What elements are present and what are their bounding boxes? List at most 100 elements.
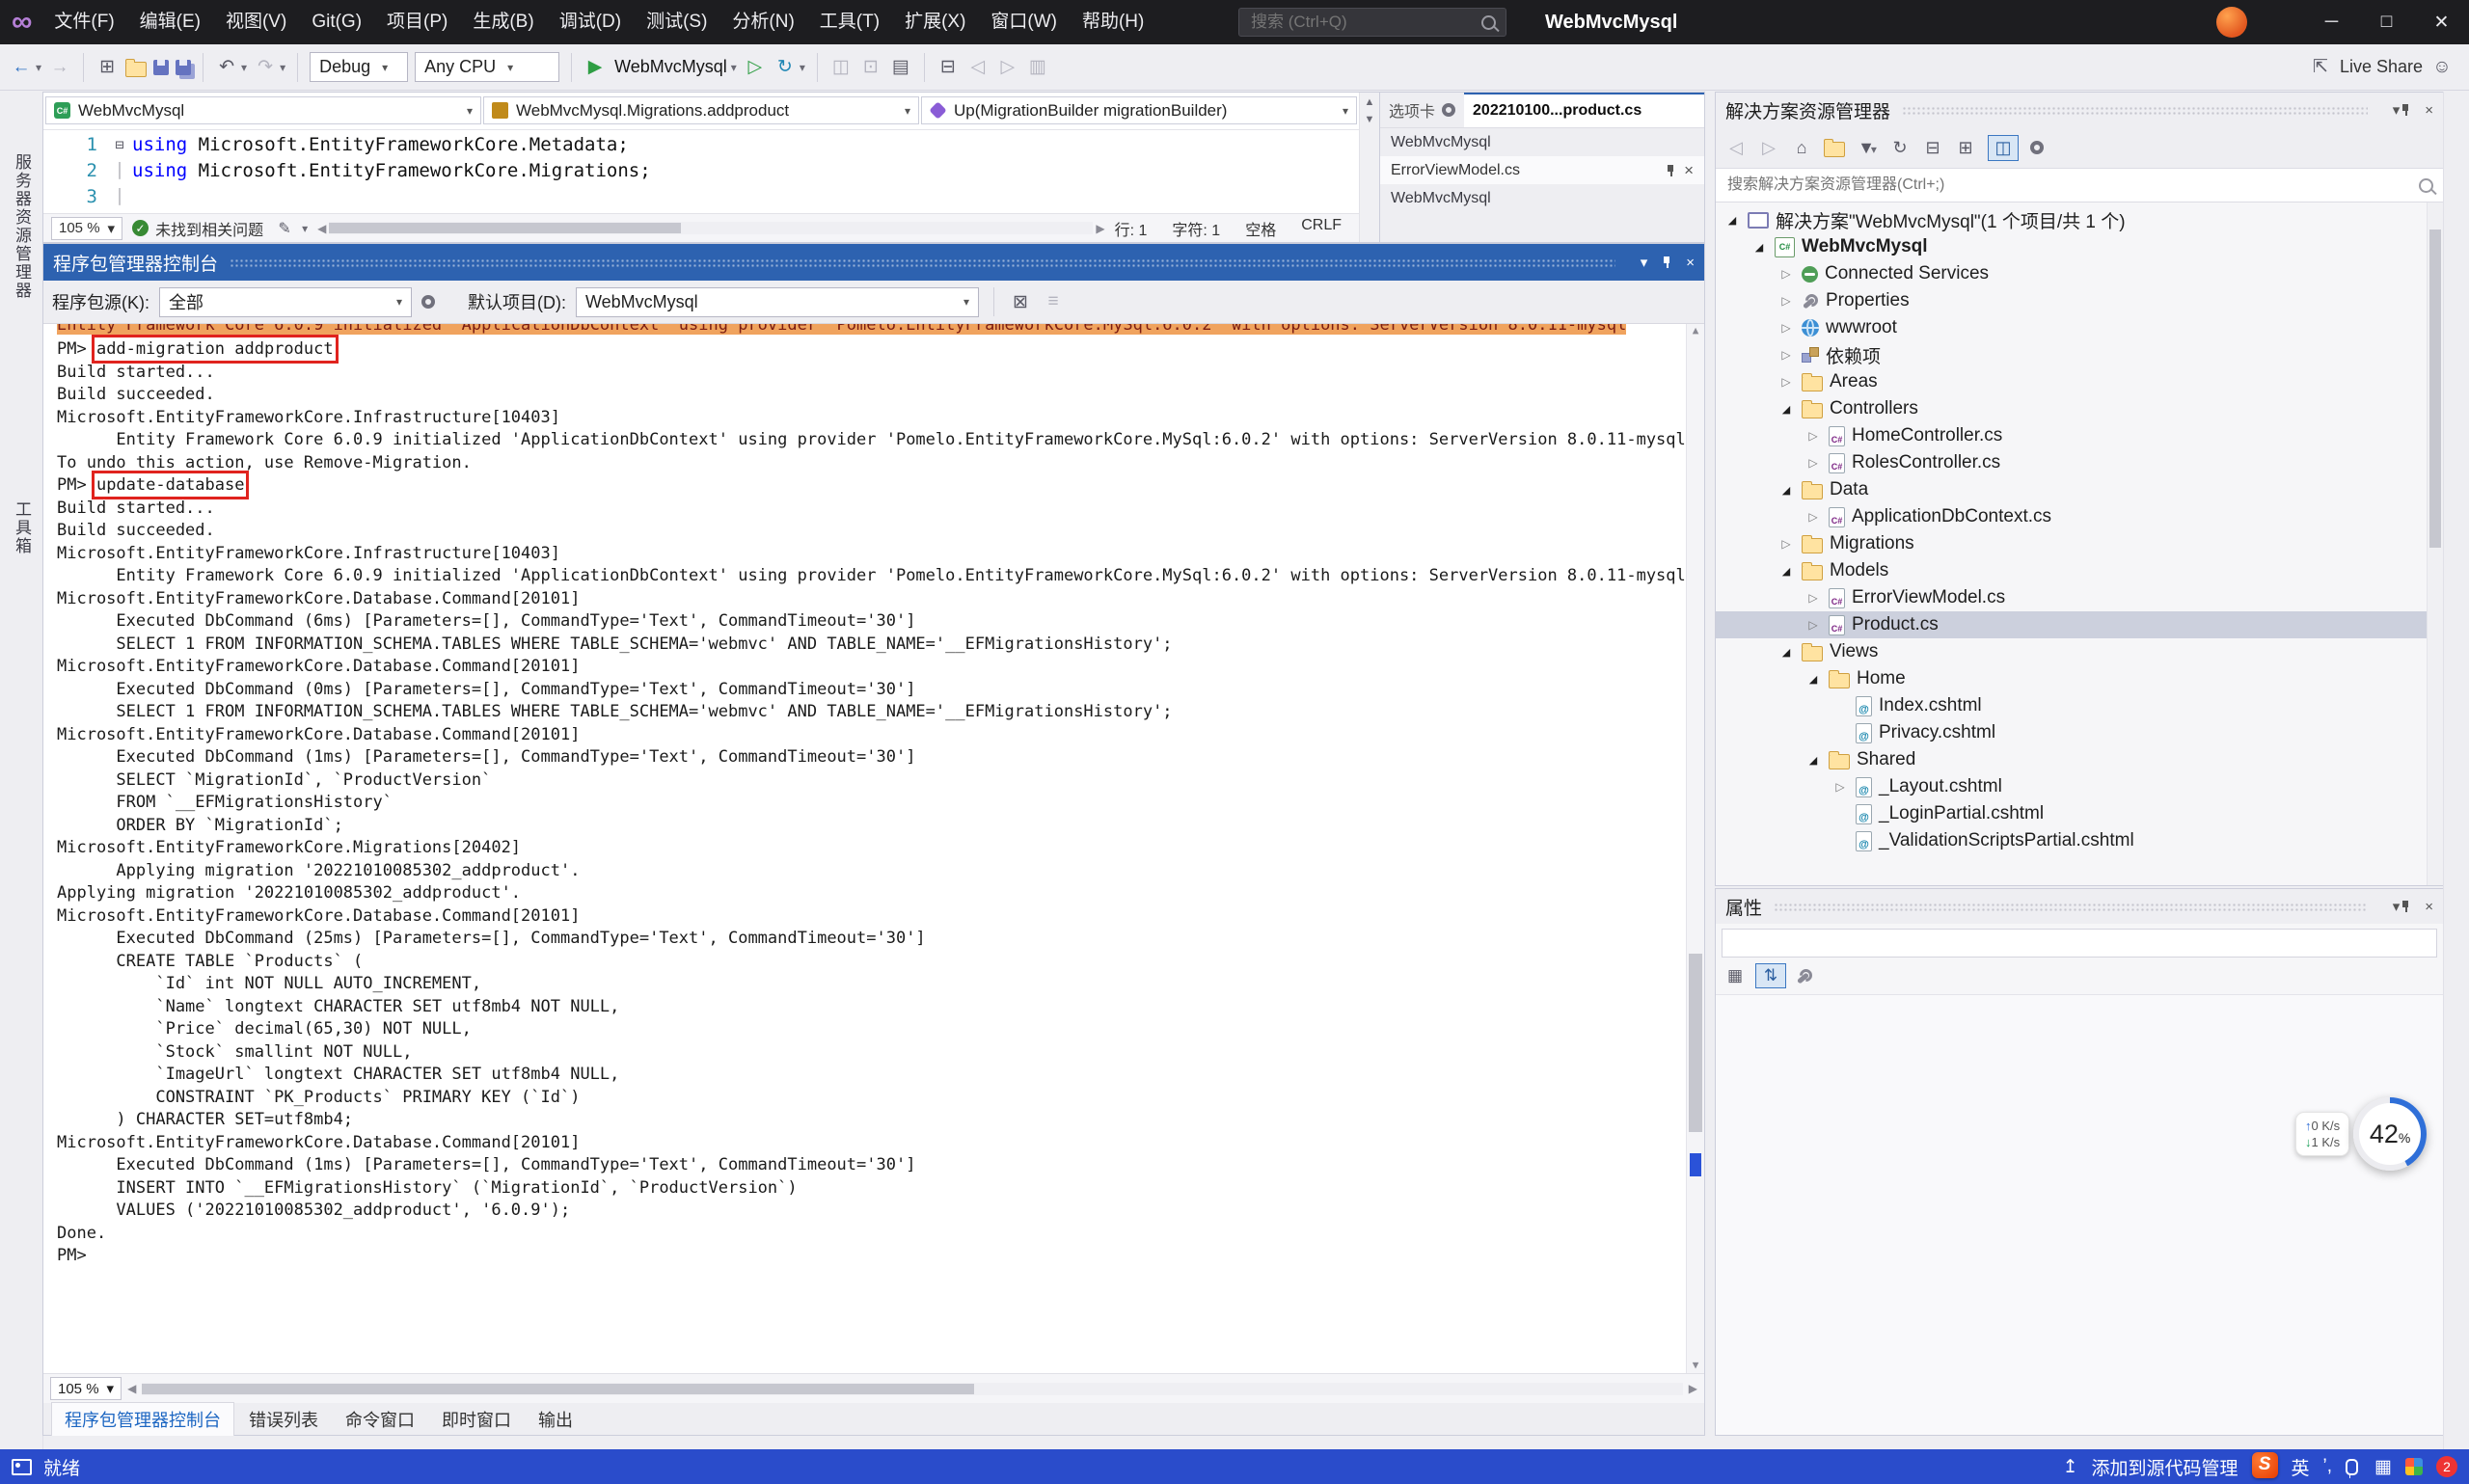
upload-icon[interactable]: ↥ [2063,1456,2078,1478]
solution-search-input[interactable] [1725,175,2411,195]
tree-item[interactable]: ▷_Layout.cshtml [1716,773,2443,800]
chevron-collapsed-icon[interactable]: ▷ [1777,375,1795,389]
tree-item[interactable]: ▷Migrations [1716,530,2443,557]
docwell-document-tab[interactable]: ErrorViewModel.cs× [1380,156,1704,184]
side-tab-server-explorer[interactable]: 服务器资源管理器 [10,153,34,300]
chevron-collapsed-icon[interactable]: ▷ [1777,348,1795,362]
console-title-bar[interactable]: 程序包管理器控制台 ▾ × [43,244,1704,281]
document-health-indicator[interactable]: ✓ 未找到相关问题 [132,217,263,240]
user-avatar[interactable] [2216,7,2247,38]
maximize-button[interactable]: □ [2359,0,2414,44]
add-to-source-control-button[interactable]: 添加到源代码管理 [2092,1454,2238,1480]
chevron-collapsed-icon[interactable]: ▷ [1804,510,1822,524]
chevron-collapsed-icon[interactable]: ▷ [1777,267,1795,281]
undo-icon[interactable]: ↶ [215,56,238,78]
feedback-icon[interactable] [12,1459,32,1475]
chevron-expanded-icon[interactable]: ◢ [1777,484,1795,497]
line-ending-indicator[interactable]: CRLF [1301,217,1342,240]
start-debugging-button[interactable]: ▶ WebMvcMysql ▾ [583,56,737,78]
properties-title-bar[interactable]: 属性 ▾ × [1716,889,2443,924]
percent-ring[interactable]: 42% [2353,1097,2427,1171]
chevron-expanded-icon[interactable]: ◢ [1804,673,1822,686]
ime-toolbox-icon[interactable] [2405,1458,2423,1475]
open-folder-icon[interactable] [125,62,147,77]
network-monitor-widget[interactable]: ↑0 K/s ↓1 K/s 42% [2295,1097,2427,1171]
editor-zoom-dropdown[interactable]: 105 %▾ [51,217,122,240]
scrollbar-track[interactable] [329,222,1093,234]
menu-item[interactable]: Git(G) [299,0,374,44]
menu-item[interactable]: 窗口(W) [978,0,1070,44]
tree-item[interactable]: ◢Home [1716,665,2443,692]
bookmark-list-icon[interactable]: ▥ [1026,56,1049,78]
step-over-icon[interactable]: ⊡ [859,56,882,78]
scrollbar-thumb[interactable] [2429,229,2441,548]
scroll-left-icon[interactable]: ◀ [317,222,326,235]
panel-tab[interactable]: 输出 [526,1403,585,1436]
panel-tab[interactable]: 程序包管理器控制台 [51,1402,234,1436]
scrollbar-thumb[interactable] [1689,954,1702,1132]
gear-icon[interactable] [421,295,435,309]
notification-badge[interactable]: 2 [2436,1456,2457,1477]
preview-selected-items-icon[interactable]: ◫ [1988,135,2019,161]
chevron-collapsed-icon[interactable]: ▷ [1777,537,1795,551]
default-project-dropdown[interactable]: WebMvcMysql ▾ [576,287,979,317]
close-icon[interactable]: × [1684,161,1694,180]
chevron-expanded-icon[interactable]: ◢ [1750,241,1768,254]
tree-item[interactable]: ▷Properties [1716,287,2443,314]
menu-item[interactable]: 生成(B) [460,0,546,44]
chevron-down-icon[interactable]: ▾ [36,61,41,74]
scroll-down-icon[interactable]: ▼ [1687,1359,1704,1371]
filter-icon[interactable]: ▼▾ [1857,138,1878,158]
next-bookmark-icon[interactable]: ▷ [996,56,1019,78]
tree-item[interactable]: _ValidationScriptsPartial.cshtml [1716,827,2443,854]
tree-item[interactable]: ▷HomeController.cs [1716,422,2443,449]
configuration-dropdown[interactable]: Debug▾ [310,52,408,82]
properties-grid[interactable] [1716,994,2443,1435]
scroll-right-icon[interactable]: ▶ [1689,1382,1697,1395]
platform-dropdown[interactable]: Any CPU▾ [415,52,559,82]
search-input[interactable] [1249,12,1472,33]
alphabetical-sort-icon[interactable]: ⇅ [1755,963,1786,988]
find-in-files-icon[interactable]: ▤ [889,56,912,78]
chevron-down-icon[interactable]: ▾ [280,61,285,74]
side-tab-toolbox[interactable]: 工具箱 [10,500,34,555]
object-selector-dropdown[interactable] [1722,929,2437,958]
navigate-forward-icon[interactable]: → [48,57,71,78]
gear-icon[interactable] [2030,141,2044,154]
stop-icon[interactable]: ≡ [1042,291,1065,312]
chevron-down-icon[interactable]: ▾ [800,61,805,74]
menu-item[interactable]: 项目(P) [374,0,460,44]
chevron-expanded-icon[interactable]: ◢ [1723,214,1741,227]
collapse-all-icon[interactable]: ⊟ [1922,138,1943,158]
editor-nav-dropdown[interactable]: WebMvcMysql▾ [45,96,481,124]
editor-vertical-scrollbar[interactable]: ▲ ▼ [1359,93,1379,242]
tree-item[interactable]: ▷ApplicationDbContext.cs [1716,503,2443,530]
chevron-collapsed-icon[interactable]: ▷ [1804,429,1822,443]
menu-item[interactable]: 视图(V) [213,0,299,44]
show-all-files-icon[interactable]: ⊞ [1955,138,1976,158]
scrollbar-thumb[interactable] [329,223,680,233]
chevron-down-icon[interactable]: ▾ [302,222,308,235]
menu-item[interactable]: 工具(T) [807,0,892,44]
scrollbar-thumb[interactable] [142,1384,974,1394]
menu-item[interactable]: 文件(F) [41,0,126,44]
active-document-tab[interactable]: 202210100...product.cs [1464,93,1704,127]
tree-item[interactable]: ▷RolesController.cs [1716,449,2443,476]
pin-icon[interactable] [2400,103,2411,117]
live-share-label[interactable]: Live Share [2340,57,2423,77]
scroll-down-icon[interactable]: ▼ [1365,114,1375,125]
scroll-left-icon[interactable]: ◀ [127,1382,136,1395]
tree-item[interactable]: ▷wwwroot [1716,314,2443,341]
chevron-collapsed-icon[interactable]: ▷ [1777,294,1795,308]
start-without-debugging-icon[interactable]: ▷ [744,56,767,78]
close-icon[interactable]: × [1686,255,1695,271]
menu-item[interactable]: 调试(D) [547,0,634,44]
live-share-icon[interactable]: ⇱ [2309,56,2332,78]
switch-views-icon[interactable] [1824,142,1845,157]
chevron-down-icon[interactable]: ▾ [2393,898,2401,915]
microphone-icon[interactable] [2346,1459,2358,1475]
chevron-collapsed-icon[interactable]: ▷ [1804,591,1822,605]
chevron-expanded-icon[interactable]: ◢ [1804,754,1822,767]
panel-tab[interactable]: 即时窗口 [429,1403,524,1436]
tree-item[interactable]: ◢解决方案"WebMvcMysql"(1 个项目/共 1 个) [1716,206,2443,233]
